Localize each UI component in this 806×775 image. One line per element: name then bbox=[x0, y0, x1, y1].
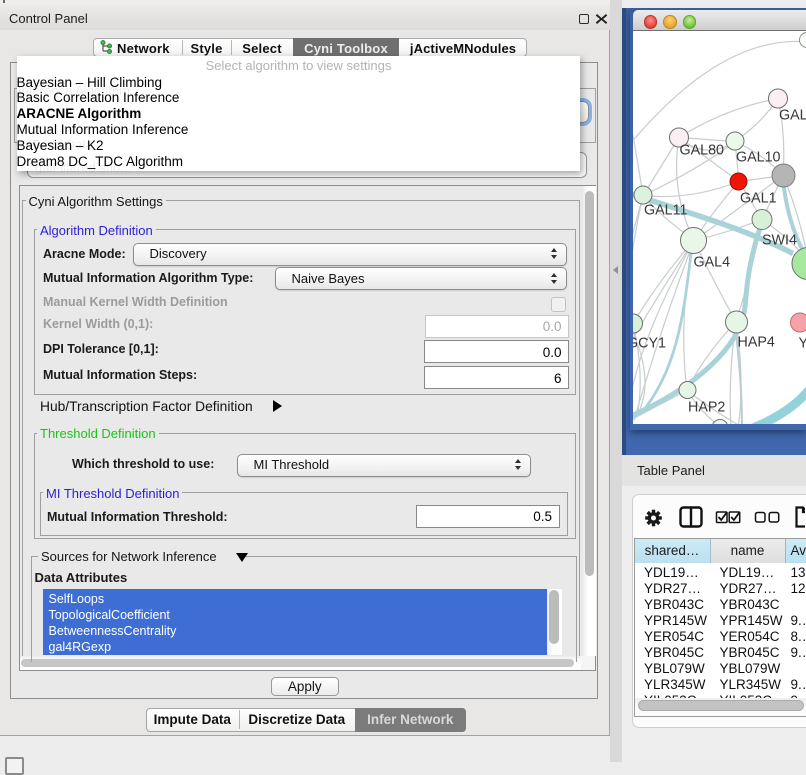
svg-text:GAL10: GAL10 bbox=[736, 149, 781, 165]
svg-text:HAP4: HAP4 bbox=[738, 334, 775, 350]
svg-text:GCY1: GCY1 bbox=[633, 335, 666, 351]
svg-text:GAL80: GAL80 bbox=[680, 142, 725, 158]
svg-text:HAP2: HAP2 bbox=[688, 399, 725, 415]
svg-text:YPL: YPL bbox=[799, 335, 806, 351]
svg-text:SWI4: SWI4 bbox=[762, 232, 797, 248]
svg-text:GAL7: GAL7 bbox=[779, 107, 806, 123]
svg-text:GAL11: GAL11 bbox=[644, 202, 687, 218]
svg-text:GAL1: GAL1 bbox=[740, 190, 777, 206]
svg-text:GAL4: GAL4 bbox=[694, 254, 731, 270]
